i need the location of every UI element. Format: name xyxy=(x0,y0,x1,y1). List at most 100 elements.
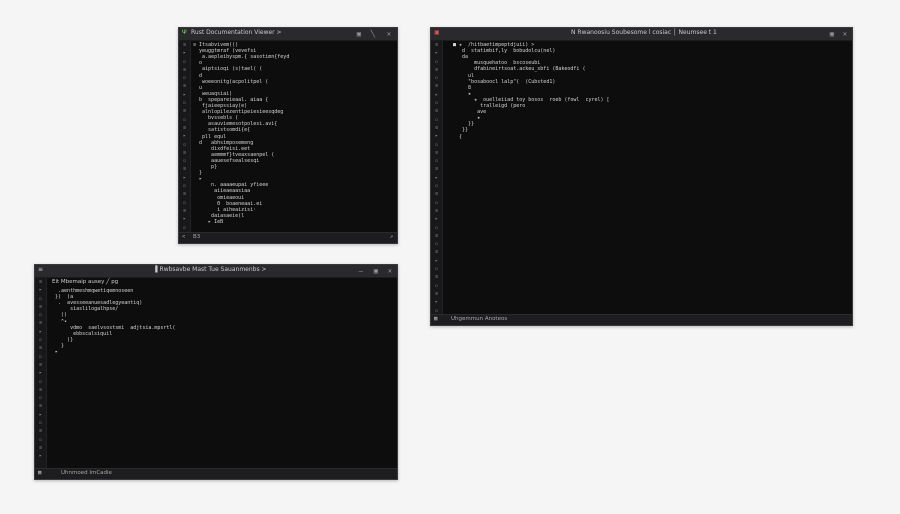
gutter-icon[interactable]: ▫ xyxy=(431,224,442,232)
maximize-icon[interactable]: ▣ xyxy=(357,29,361,39)
gutter-icon[interactable]: ≡ xyxy=(179,107,190,115)
gutter-icon[interactable]: ▫ xyxy=(179,74,190,82)
gutter-icon[interactable]: ▫ xyxy=(431,141,442,149)
gutter-icon[interactable]: ▫ xyxy=(431,240,442,248)
gutter-icon[interactable]: ≡ xyxy=(431,248,442,256)
editor-window-docs[interactable]: Ψ Rust Documentation Viewer > ▣ ╲ ✕ ≡ ▸ ▫ ≡… xyxy=(178,27,398,244)
gutter-icon[interactable]: ▸ xyxy=(179,215,190,223)
gutter-icon[interactable]: ▫ xyxy=(179,58,190,66)
gutter-icon[interactable]: ≡ xyxy=(35,303,46,311)
gutter-icon[interactable]: ≡ xyxy=(35,386,46,394)
gutter-icon[interactable]: ▫ xyxy=(179,199,190,207)
close-icon[interactable]: ✕ xyxy=(387,29,391,39)
gutter-icon[interactable]: ▸ xyxy=(179,91,190,99)
tab-label[interactable]: Eit Mbemaip ausey ╱ pg xyxy=(52,279,118,285)
gutter-icon[interactable]: ≡ xyxy=(35,402,46,410)
code-line: ★ xyxy=(453,90,472,97)
minimize-icon[interactable]: ― xyxy=(359,266,363,276)
code-line: omieaeoui xyxy=(193,194,245,201)
gutter-icon[interactable]: ≡ xyxy=(431,232,442,240)
gutter-icon[interactable]: ≡ xyxy=(431,82,442,90)
gutter-icon[interactable]: ≡ xyxy=(431,165,442,173)
maximize-icon[interactable]: ▣ xyxy=(374,266,378,276)
minimize-icon[interactable]: ╲ xyxy=(371,29,375,39)
gutter-icon[interactable]: ≡ xyxy=(35,278,46,286)
gutter-icon[interactable]: ≡ xyxy=(179,149,190,157)
gutter-icon[interactable]: ▫ xyxy=(431,265,442,273)
gutter-icon[interactable]: ▫ xyxy=(35,394,46,402)
gutter-icon[interactable]: ≡ xyxy=(431,107,442,115)
code-area[interactable]: ≡ Itsabvivem(() yeuggtmraf (vevefsi a.ae… xyxy=(193,41,393,232)
gutter-icon[interactable]: ▫ xyxy=(431,157,442,165)
gutter-icon[interactable]: ▸ xyxy=(431,174,442,182)
gutter-icon[interactable]: ▫ xyxy=(431,182,442,190)
gutter-icon[interactable]: ≡ xyxy=(179,41,190,49)
gutter-icon[interactable]: ▸ xyxy=(35,369,46,377)
editor-window-main[interactable]: ▣ N Rwanoosiu Soubesome l cosiac │ Neums… xyxy=(430,27,853,326)
gutter-icon[interactable]: ▫ xyxy=(431,282,442,290)
gutter-icon[interactable]: ▸ xyxy=(35,328,46,336)
gutter-icon[interactable]: ▫ xyxy=(179,157,190,165)
gutter-icon[interactable]: ≡ xyxy=(179,124,190,132)
maximize-icon[interactable]: ▣ xyxy=(830,29,834,39)
gutter-icon[interactable]: ▸ xyxy=(431,298,442,306)
gutter-icon[interactable]: ▸ xyxy=(35,286,46,294)
gutter-icon[interactable]: ▫ xyxy=(35,378,46,386)
gutter-icon[interactable]: ▸ xyxy=(179,174,190,182)
gutter-icon[interactable]: ▸ xyxy=(179,132,190,140)
gutter-icon[interactable]: ≡ xyxy=(179,207,190,215)
gutter-icon[interactable]: ≡ xyxy=(179,165,190,173)
gutter-icon[interactable]: ▫ xyxy=(431,116,442,124)
gutter-icon[interactable]: ≡ xyxy=(431,41,442,49)
gutter-icon[interactable]: ▫ xyxy=(179,141,190,149)
title-bar[interactable]: ▣ N Rwanoosiu Soubesome l cosiac │ Neums… xyxy=(431,28,852,41)
gutter-icon[interactable]: ▫ xyxy=(35,311,46,319)
gutter-icon[interactable]: ▫ xyxy=(179,99,190,107)
code-line: }} xyxy=(453,121,475,128)
gutter-icon[interactable]: ≡ xyxy=(35,444,46,452)
gutter-icon[interactable]: ≡ xyxy=(431,290,442,298)
gutter-icon[interactable]: ≡ xyxy=(35,361,46,369)
gutter-icon[interactable]: ≡ xyxy=(35,427,46,435)
code-area[interactable]: ■ ★ /hitbaetimpeptdjuii) > d statimbif,l… xyxy=(453,41,848,314)
close-icon[interactable]: ✕ xyxy=(388,266,392,276)
gutter-icon[interactable]: ≡ xyxy=(431,190,442,198)
title-bar[interactable]: ≡ ▐ Rwbsavbe Mast Tue Sauanmenbs > ― ▣ ✕ xyxy=(35,265,397,278)
gutter-icon[interactable]: ▫ xyxy=(179,224,190,232)
gutter-icon[interactable]: ≡ xyxy=(431,273,442,281)
gutter-icon[interactable]: ▫ xyxy=(179,182,190,190)
gutter-icon[interactable]: ≡ xyxy=(179,190,190,198)
expand-icon[interactable]: ↗ xyxy=(390,234,393,240)
gutter-icon[interactable]: ▸ xyxy=(431,49,442,57)
gutter-icon[interactable]: ▫ xyxy=(431,99,442,107)
gutter-icon[interactable]: ≡ xyxy=(35,319,46,327)
gutter-icon[interactable]: ▫ xyxy=(431,199,442,207)
gutter-icon[interactable]: ≡ xyxy=(431,66,442,74)
gutter-icon[interactable]: ▫ xyxy=(35,295,46,303)
title-bar[interactable]: Ψ Rust Documentation Viewer > ▣ ╲ ✕ xyxy=(179,28,397,41)
gutter-icon[interactable]: ▫ xyxy=(431,74,442,82)
code-line: aiptsioqi (s)tael( ( xyxy=(193,66,263,73)
gutter-icon[interactable]: ▫ xyxy=(179,116,190,124)
gutter-icon[interactable]: ≡ xyxy=(179,82,190,90)
editor-window-terminal[interactable]: ≡ ▐ Rwbsavbe Mast Tue Sauanmenbs > ― ▣ ✕… xyxy=(34,264,398,480)
gutter-icon[interactable]: ≡ xyxy=(431,124,442,132)
gutter-icon[interactable]: ▫ xyxy=(35,436,46,444)
gutter-icon[interactable]: ▸ xyxy=(179,49,190,57)
gutter-icon[interactable]: ▫ xyxy=(431,58,442,66)
gutter-icon[interactable]: ▸ xyxy=(431,132,442,140)
gutter-icon[interactable]: ▸ xyxy=(35,411,46,419)
gutter-icon[interactable]: ▫ xyxy=(35,419,46,427)
gutter-icon[interactable]: ≡ xyxy=(35,344,46,352)
gutter-icon[interactable]: ▫ xyxy=(35,336,46,344)
gutter-icon[interactable]: ≡ xyxy=(431,207,442,215)
close-icon[interactable]: ✕ xyxy=(843,29,847,39)
gutter-icon[interactable]: ▸ xyxy=(35,452,46,460)
gutter-icon[interactable]: ▸ xyxy=(431,215,442,223)
gutter-icon[interactable]: ▸ xyxy=(431,91,442,99)
code-area[interactable]: .aenthmeshmqwetiqemnoseen }) (a . avesse… xyxy=(49,278,393,468)
gutter-icon[interactable]: ▸ xyxy=(431,257,442,265)
gutter-icon[interactable]: ≡ xyxy=(431,149,442,157)
gutter-icon[interactable]: ≡ xyxy=(179,66,190,74)
gutter-icon[interactable]: ▫ xyxy=(35,353,46,361)
